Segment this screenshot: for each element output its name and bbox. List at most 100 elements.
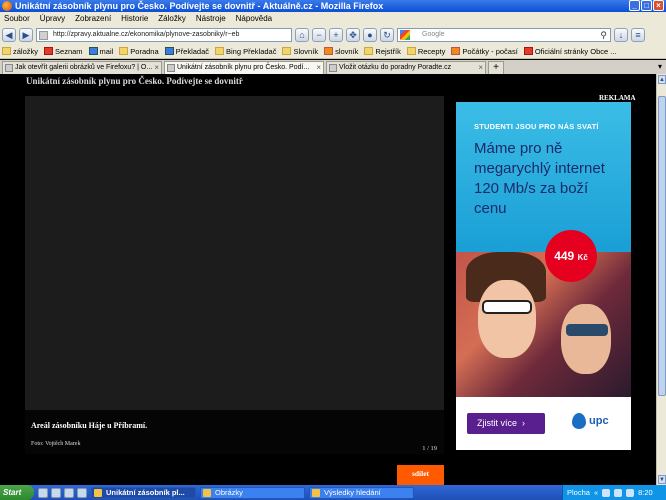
scroll-down-icon[interactable]: ▼ [658, 475, 666, 484]
menu-zobrazeni[interactable]: Zobrazení [75, 14, 111, 23]
search-input[interactable]: Google ⚲ [397, 27, 611, 42]
bookmark-rejstrik[interactable]: Rejstřík [364, 47, 401, 56]
scroll-up-icon[interactable]: ▲ [658, 75, 666, 84]
search-icon [312, 488, 320, 497]
vertical-scrollbar[interactable]: ▲ ▼ [656, 74, 666, 485]
network-icon[interactable] [602, 488, 611, 497]
dictionary-icon [324, 47, 334, 55]
menu-nastroje[interactable]: Nástroje [196, 14, 226, 23]
reload-icon[interactable]: ↻ [380, 27, 394, 42]
ad-bottom-panel: Zjistit více › upc [456, 397, 631, 450]
ad-photo [456, 252, 631, 397]
url-bar[interactable]: http://zpravy.aktualne.cz/ekonomika/plyn… [36, 27, 292, 42]
folder-icon [2, 47, 11, 55]
url-text: http://zpravy.aktualne.cz/ekonomika/plyn… [53, 30, 240, 38]
chevron-right-icon: › [522, 418, 526, 428]
photo-gallery[interactable]: Areál zásobníku Háje u Příbramí. Foto: V… [25, 96, 444, 454]
google-icon [400, 29, 410, 40]
seznam-icon [44, 47, 54, 55]
volume-icon[interactable] [614, 488, 623, 497]
bookmark-pocatky-pocasi[interactable]: Počátky - počasí [451, 47, 518, 56]
tab-close-icon[interactable]: × [154, 62, 159, 73]
page-title: Unikátní zásobník plynu pro Česko. Podív… [26, 76, 243, 86]
ad-eyebrow: STUDENTI JSOU PRO NÁS SVATÍ [474, 122, 599, 131]
task-obrazky[interactable]: Obrázky [200, 486, 305, 499]
site-favicon-icon [39, 30, 48, 40]
back-arrow-icon[interactable]: ◀ [2, 27, 16, 42]
bookmark-recepty[interactable]: Recepty [406, 47, 445, 56]
zoom-out-icon[interactable]: − [312, 27, 326, 42]
task-firefox[interactable]: Unikátní zásobník pl... [91, 486, 196, 499]
bookmark-seznam[interactable]: Seznam [44, 47, 83, 56]
bookmark-poradna[interactable]: Poradna [119, 47, 159, 56]
menu-upravy[interactable]: Úpravy [40, 14, 65, 23]
tab-favicon-icon [167, 64, 175, 72]
tab-zasobnik-plynu[interactable]: Unikátní zásobník plynu pro Česko. Podí.… [164, 61, 324, 74]
system-tray: Plocha « 8:20 [562, 485, 666, 500]
home-icon[interactable]: ⌂ [295, 27, 309, 42]
bookmark-prekladac[interactable]: Překladač [164, 47, 209, 56]
minimize-button[interactable]: _ [629, 0, 640, 11]
tab-list-icon[interactable]: ▾ [658, 62, 662, 71]
ad-headline: Máme pro ně megarychlý internet 120 Mb/s… [474, 140, 605, 217]
window-controls: _ □ × [629, 0, 664, 11]
menu-historie[interactable]: Historie [121, 14, 148, 23]
ad-label: REKLAMA [599, 94, 636, 102]
move-icon[interactable]: ✥ [346, 27, 360, 42]
search-icon[interactable]: ⚲ [600, 29, 607, 41]
tab-close-icon[interactable]: × [316, 62, 321, 73]
zoom-in-icon[interactable]: + [329, 27, 343, 42]
sunglasses-icon [482, 300, 532, 314]
start-button[interactable]: Start [0, 485, 34, 500]
ad-top-panel: STUDENTI JSOU PRO NÁS SVATÍ Máme pro ně … [456, 102, 631, 252]
tab-galerie-firefox[interactable]: Jak otevřít galerii obrázků ve Firefoxu?… [2, 61, 162, 74]
menu-icon[interactable]: ≡ [631, 27, 645, 42]
desktop-icon[interactable] [38, 487, 48, 498]
menu-zalozky[interactable]: Záložky [158, 14, 186, 23]
bookmark-bing-prekladac[interactable]: Bing Překladač [215, 47, 276, 56]
ad-photo-person-2 [561, 304, 611, 374]
tab-poradte[interactable]: Vložit otázku do poradny Poradte.cz × [326, 61, 486, 74]
folder-icon [215, 47, 225, 55]
mail-icon [88, 47, 98, 55]
gallery-caption-bar: Areál zásobníku Háje u Příbramí. Foto: V… [25, 410, 444, 454]
gallery-counter: 1 / 19 [422, 445, 437, 452]
task-vysledky-hledani[interactable]: Výsledky hledání [309, 486, 414, 499]
clock: 8:20 [638, 488, 653, 497]
navigation-toolbar: ◀ ▶ http://zpravy.aktualne.cz/ekonomika/… [0, 25, 666, 44]
maximize-button[interactable]: □ [641, 0, 652, 11]
firefox-icon [2, 1, 12, 11]
upc-ad-banner[interactable]: STUDENTI JSOU PRO NÁS SVATÍ Máme pro ně … [456, 102, 631, 450]
bookmark-slovnik-2[interactable]: slovník [324, 47, 358, 56]
tray-desktop-label[interactable]: Plocha [567, 488, 590, 497]
security-icon[interactable] [626, 488, 635, 497]
ad-cta-button[interactable]: Zjistit více › [467, 413, 545, 434]
bookmark-oficialni-stranky[interactable]: Oficiální stránky Obce ... [523, 47, 617, 56]
quick-launch [38, 487, 87, 498]
forward-arrow-icon[interactable]: ▶ [19, 27, 33, 42]
language-flag-icon[interactable] [77, 487, 87, 498]
bookmark-slovnik[interactable]: Slovník [282, 47, 318, 56]
stop-icon[interactable]: ● [363, 27, 377, 42]
share-button[interactable]: sdílet [397, 465, 444, 485]
folder-icon [203, 488, 211, 497]
menu-bar: Soubor Úpravy Zobrazení Historie Záložky… [0, 12, 666, 25]
bookmark-mail[interactable]: mail [88, 47, 113, 56]
new-tab-button[interactable]: + [488, 61, 504, 74]
folder-icon [364, 47, 374, 55]
firefox-icon [94, 488, 102, 497]
menu-napoveda[interactable]: Nápověda [236, 14, 272, 23]
tab-close-icon[interactable]: × [478, 62, 483, 73]
page-content: Unikátní zásobník plynu pro Česko. Podív… [0, 74, 656, 485]
explorer-icon[interactable] [64, 487, 74, 498]
tray-expand-icon[interactable]: « [594, 488, 598, 497]
window-title: Unikátní zásobník plynu pro Česko. Podív… [15, 1, 384, 11]
menu-soubor[interactable]: Soubor [4, 14, 30, 23]
tab-bar: Jak otevřít galerii obrázků ve Firefoxu?… [0, 60, 666, 74]
firefox-icon[interactable] [51, 487, 61, 498]
scrollbar-thumb[interactable] [658, 96, 666, 396]
bookmark-zalozky[interactable]: záložky [2, 47, 38, 56]
close-button[interactable]: × [653, 0, 664, 11]
download-icon[interactable]: ↓ [614, 27, 628, 42]
search-placeholder: Google [422, 30, 445, 38]
